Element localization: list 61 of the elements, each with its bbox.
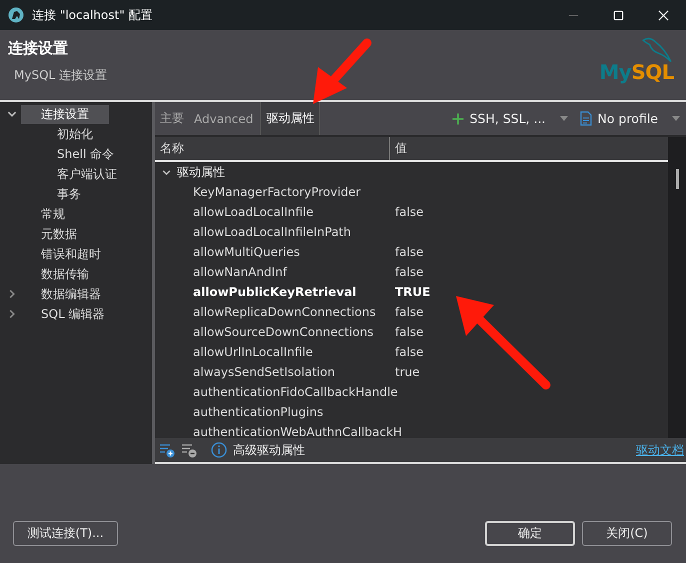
tree-item[interactable]: SQL 编辑器 bbox=[21, 304, 125, 324]
app-icon bbox=[8, 7, 24, 23]
group-label: 驱动属性 bbox=[177, 164, 225, 180]
property-name: alwaysSendSetIsolation bbox=[193, 365, 335, 379]
property-name: KeyManagerFactoryProvider bbox=[193, 185, 361, 199]
property-name: allowNanAndInf bbox=[193, 265, 287, 279]
property-name: allowReplicaDownConnections bbox=[193, 305, 376, 319]
plus-icon bbox=[452, 112, 464, 124]
property-value[interactable]: false bbox=[395, 205, 424, 219]
arrow-annotation bbox=[313, 38, 372, 104]
tab[interactable]: 驱动属性 bbox=[260, 102, 320, 135]
network-button[interactable]: SSH, SSL, ... bbox=[446, 102, 574, 135]
test-connection-button[interactable]: 测试连接(T)... bbox=[13, 521, 118, 546]
property-value[interactable]: false bbox=[395, 325, 424, 339]
tab[interactable]: Advanced bbox=[189, 102, 258, 135]
add-list-icon[interactable] bbox=[159, 442, 175, 458]
property-value[interactable]: TRUE bbox=[395, 285, 430, 299]
column-header[interactable]: 名称 bbox=[155, 137, 390, 160]
tree-item[interactable]: 错误和超时 bbox=[21, 244, 121, 264]
property-value[interactable]: false bbox=[395, 265, 424, 279]
page-subtitle: MySQL 连接设置 bbox=[14, 67, 108, 84]
tree-item[interactable]: 初始化 bbox=[51, 124, 99, 144]
tree-item[interactable]: 元数据 bbox=[21, 224, 97, 244]
tree-item[interactable]: 数据传输 bbox=[21, 264, 109, 284]
property-name: allowLoadLocalInfile bbox=[193, 205, 314, 219]
ok-button[interactable]: 确定 bbox=[485, 521, 575, 546]
close-icon[interactable] bbox=[658, 10, 669, 20]
maximize-icon[interactable] bbox=[613, 10, 624, 20]
property-value[interactable]: true bbox=[395, 365, 420, 379]
property-name: allowMultiQueries bbox=[193, 245, 300, 259]
column-header[interactable]: 值 bbox=[390, 137, 407, 160]
remove-list-icon[interactable] bbox=[181, 442, 197, 458]
document-icon bbox=[580, 111, 592, 126]
tree-item[interactable]: 客户端认证 bbox=[51, 164, 123, 184]
profile-button[interactable]: No profile bbox=[574, 102, 686, 135]
page-title: 连接设置 bbox=[8, 39, 69, 58]
tree-item[interactable]: 常规 bbox=[21, 204, 85, 224]
scrollbar-thumb[interactable] bbox=[676, 169, 678, 189]
property-value[interactable]: false bbox=[395, 245, 424, 259]
property-name: allowUrlInLocalInfile bbox=[193, 345, 313, 359]
tab[interactable]: 主要 bbox=[155, 102, 189, 135]
property-name: authenticationFidoCallbackHandle bbox=[193, 385, 398, 399]
window-title: 连接 "localhost" 配置 bbox=[32, 6, 153, 24]
property-name: allowSourceDownConnections bbox=[193, 325, 374, 339]
tree-item[interactable]: 连接设置 bbox=[21, 104, 109, 124]
property-value[interactable]: false bbox=[395, 345, 424, 359]
documentation-link[interactable]: 驱动文档 bbox=[636, 442, 684, 458]
property-name: allowPublicKeyRetrieval bbox=[193, 285, 356, 299]
property-value[interactable]: false bbox=[395, 305, 424, 319]
tree-item[interactable]: 数据编辑器 bbox=[21, 284, 121, 304]
mysql-logo: MySQL bbox=[599, 30, 680, 100]
property-name: authenticationWebAuthnCallbackH bbox=[193, 425, 402, 438]
tree-item[interactable]: 事务 bbox=[51, 184, 87, 204]
property-name: allowLoadLocalInfileInPath bbox=[193, 225, 351, 239]
info-icon bbox=[211, 442, 227, 458]
dropdown-icon bbox=[672, 116, 680, 121]
tree-item[interactable]: Shell 命令 bbox=[51, 144, 120, 164]
property-name: authenticationPlugins bbox=[193, 405, 324, 419]
close-button[interactable]: 关闭(C) bbox=[582, 521, 672, 546]
info-text: 高级驱动属性 bbox=[233, 442, 305, 458]
dropdown-icon bbox=[560, 116, 568, 121]
